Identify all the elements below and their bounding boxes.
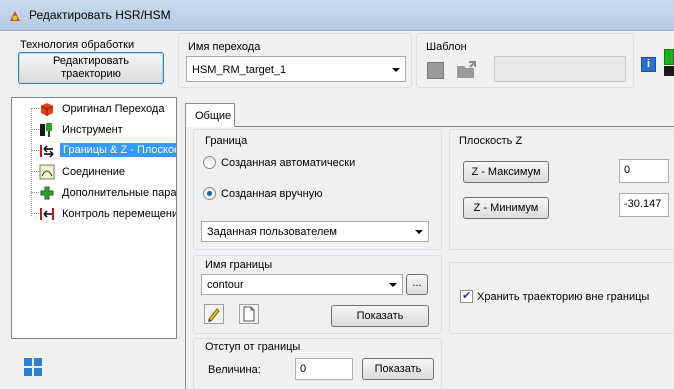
boundary-browse-button[interactable]: ...	[406, 274, 428, 295]
boundary-show-button[interactable]: Показать	[331, 305, 429, 327]
keep-outside-checkbox[interactable]	[460, 289, 473, 303]
open-template-icon[interactable]	[456, 60, 478, 80]
tech-label: Технология обработки	[20, 39, 135, 51]
tree-item-original[interactable]: Оригинал Перехода	[12, 100, 176, 118]
tree-item-label: Границы & Z - Плоскость	[60, 143, 176, 157]
status-green-icon	[664, 49, 674, 65]
z-max-button[interactable]: Z - Максимум	[463, 161, 549, 183]
offset-value-field[interactable]: 0	[295, 358, 353, 380]
template-label: Шаблон	[426, 41, 467, 53]
chevron-down-icon	[389, 283, 397, 287]
edit-trajectory-button-label: Редактировать траекторию	[53, 55, 129, 80]
boundary-z-icon	[40, 145, 54, 158]
tree-item-boundary-z[interactable]: Границы & Z - Плоскость	[12, 142, 176, 160]
template-field	[494, 56, 626, 82]
grid-view-icon[interactable]	[23, 357, 43, 377]
tree-item-label: Инструмент	[62, 124, 123, 136]
z-min-button[interactable]: Z - Минимум	[463, 197, 549, 219]
zplane-label: Плоскость Z	[459, 135, 523, 147]
transition-value: HSM_RM_target_1	[192, 64, 287, 76]
offset-value-label: Величина:	[208, 364, 261, 376]
boundary-name-label: Имя границы	[205, 259, 273, 271]
transition-label: Имя перехода	[188, 41, 261, 53]
save-template-icon[interactable]	[427, 62, 444, 79]
tool-icon	[40, 123, 52, 137]
radio-auto-label: Созданная автоматически	[221, 157, 356, 169]
tree-item-tool[interactable]: Инструмент	[12, 121, 176, 139]
zplane-group	[449, 129, 674, 250]
info-icon[interactable]: i	[641, 57, 656, 72]
z-min-button-label: Z - Минимум	[473, 202, 539, 214]
boundary-name-value: contour	[207, 279, 244, 291]
chevron-down-icon	[392, 68, 400, 72]
boundary-label: Граница	[205, 135, 248, 147]
z-max-button-label: Z - Максимум	[471, 166, 541, 178]
radio-manual[interactable]	[203, 187, 216, 200]
radio-manual-label: Созданная вручную	[221, 188, 323, 200]
boundary-browse-label: ...	[412, 277, 422, 289]
offset-show-button-label: Показать	[374, 363, 422, 375]
edit-trajectory-button[interactable]: Редактировать траекторию	[18, 52, 164, 84]
settings-tree: Оригинал Перехода Инструмент Границы & Z…	[11, 97, 177, 339]
boundary-type-value: Заданная пользователем	[207, 226, 337, 238]
additional-params-icon	[40, 186, 54, 200]
radio-auto[interactable]	[203, 156, 216, 169]
edit-pencil-icon[interactable]	[204, 304, 224, 324]
window-title: Редактировать HSR/HSM	[29, 8, 171, 22]
tree-item-label: Соединение	[62, 166, 126, 178]
keep-outside-label: Хранить траекторию вне границы	[477, 291, 650, 303]
boundary-show-button-label: Показать	[356, 310, 404, 322]
boundary-type-select[interactable]: Заданная пользователем	[201, 221, 429, 242]
original-transition-icon	[40, 103, 54, 116]
z-min-field[interactable]: -30.147	[619, 193, 669, 217]
tree-item-motion[interactable]: Контроль перемещения	[12, 205, 177, 223]
connection-icon	[39, 164, 55, 180]
tab-general-label: Общие	[195, 110, 232, 122]
motion-control-icon	[40, 208, 54, 220]
offset-label: Отступ от границы	[205, 341, 301, 353]
app-icon	[10, 11, 20, 21]
transition-select[interactable]: HSM_RM_target_1	[186, 56, 406, 82]
chevron-down-icon	[415, 230, 423, 234]
tree-item-additional[interactable]: Дополнительные параметры	[12, 184, 177, 202]
offset-show-button[interactable]: Показать	[362, 358, 434, 380]
tab-general[interactable]: Общие	[185, 103, 235, 127]
z-max-field[interactable]: 0	[619, 159, 669, 183]
title-bar: Редактировать HSR/HSM	[0, 0, 674, 31]
status-dark-icon	[664, 66, 674, 76]
boundary-name-select[interactable]: contour	[201, 274, 403, 295]
tree-item-label: Контроль перемещения	[62, 208, 177, 220]
tree-item-label: Оригинал Перехода	[62, 103, 165, 115]
tree-item-connection[interactable]: Соединение	[12, 163, 176, 181]
new-document-icon[interactable]	[239, 304, 259, 324]
tree-item-label: Дополнительные параметры	[62, 187, 177, 199]
